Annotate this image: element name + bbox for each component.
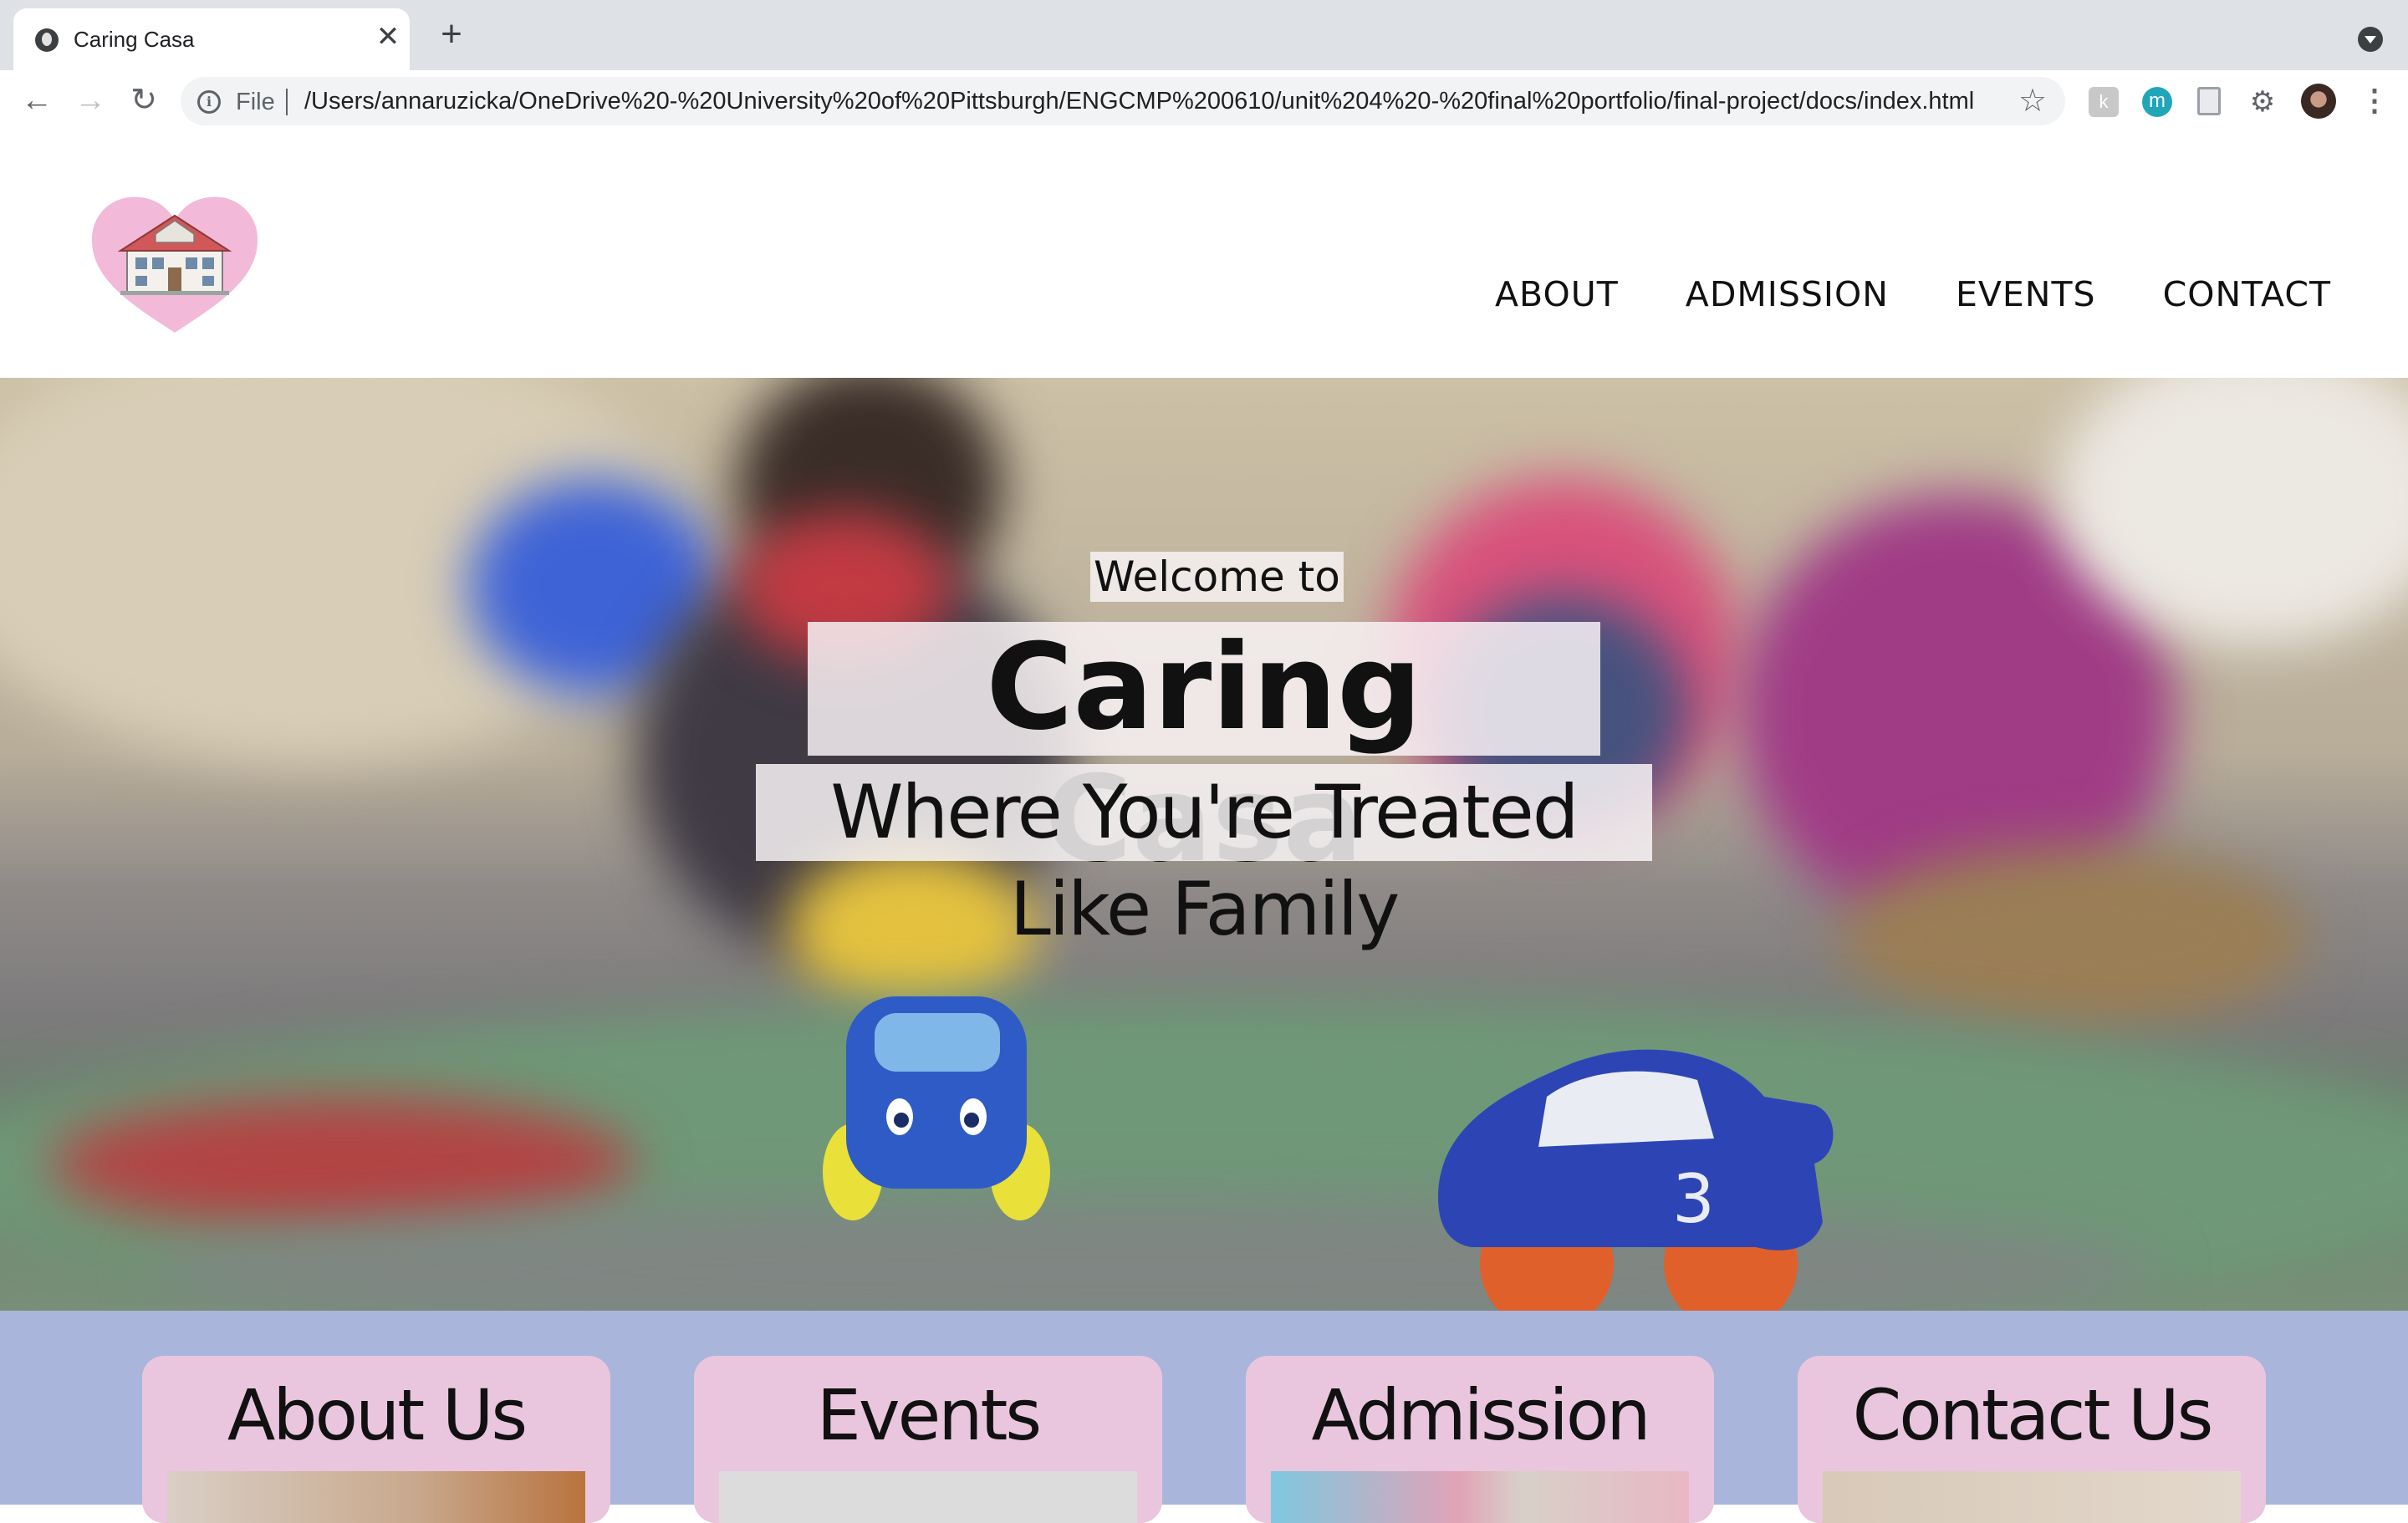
hero-title: Caring Casa [808, 622, 1600, 886]
card-title: Events [816, 1374, 1042, 1456]
globe-icon [35, 28, 59, 52]
url-text[interactable]: /Users/annaruzicka/OneDrive%20-%20Univer… [304, 88, 1974, 115]
card-title: Admission [1311, 1374, 1651, 1456]
extensions-puzzle-icon[interactable]: ⚙ [2247, 87, 2278, 117]
reload-icon[interactable]: ↻ [125, 82, 162, 119]
card-title: About Us [227, 1374, 528, 1456]
hero-tagline: Where You're Treated Like Family [756, 764, 1652, 952]
card-photo [719, 1471, 1137, 1523]
caring-casa-logo[interactable] [87, 191, 263, 341]
card-photo [167, 1471, 585, 1523]
info-icon[interactable]: i [197, 90, 221, 114]
card-contact-us[interactable]: Contact Us [1798, 1356, 2266, 1523]
url-divider [286, 89, 288, 115]
bookmark-star-icon[interactable]: ☆ [2018, 82, 2047, 120]
browser-tab[interactable]: Caring Casa ✕ [13, 8, 410, 70]
hero-banner: 3 Welcome to Caring Casa Where You're Tr… [0, 378, 2408, 1311]
extension-k-icon[interactable]: k [2089, 87, 2119, 117]
card-photo [1823, 1471, 2241, 1523]
browser-menu-icon[interactable]: ⋮ [2360, 82, 2390, 119]
site-header: ABOUT ADMISSION EVENTS CONTACT [0, 132, 2408, 378]
nav-contact[interactable]: CONTACT [2163, 274, 2331, 314]
extension-m-icon[interactable]: m [2142, 87, 2172, 117]
close-tab-icon[interactable]: ✕ [373, 22, 403, 52]
card-events[interactable]: Events [694, 1356, 1162, 1523]
hero-welcome: Welcome to [1090, 552, 1344, 602]
nav-about[interactable]: ABOUT [1495, 274, 1619, 314]
new-tab-button[interactable]: + [435, 16, 468, 53]
tab-search-icon[interactable] [2358, 27, 2383, 52]
back-arrow-icon[interactable]: ← [18, 82, 55, 119]
section-cards: About Us Events Admission Contact Us [0, 1311, 2408, 1523]
browser-toolbar: ← → ↻ i File /Users/annaruzicka/OneDrive… [0, 70, 2408, 134]
forward-arrow-icon[interactable]: → [72, 82, 109, 119]
card-admission[interactable]: Admission [1246, 1356, 1714, 1523]
card-title: Contact Us [1852, 1374, 2214, 1456]
site-nav: ABOUT ADMISSION EVENTS CONTACT [1495, 274, 2331, 314]
url-scheme-label: File [236, 89, 275, 115]
tab-title: Caring Casa [74, 27, 195, 52]
nav-events[interactable]: EVENTS [1956, 274, 2096, 314]
card-photo [1271, 1471, 1689, 1523]
address-bar[interactable]: i File /Users/annaruzicka/OneDrive%20-%2… [181, 77, 2065, 125]
hero-text: Welcome to Caring Casa Where You're Trea… [0, 378, 2408, 1311]
card-about-us[interactable]: About Us [142, 1356, 610, 1523]
extension-document-icon[interactable] [2197, 87, 2221, 115]
browser-tabstrip: Caring Casa ✕ + [0, 0, 2408, 70]
nav-admission[interactable]: ADMISSION [1686, 274, 1889, 314]
profile-avatar[interactable] [2301, 84, 2336, 119]
